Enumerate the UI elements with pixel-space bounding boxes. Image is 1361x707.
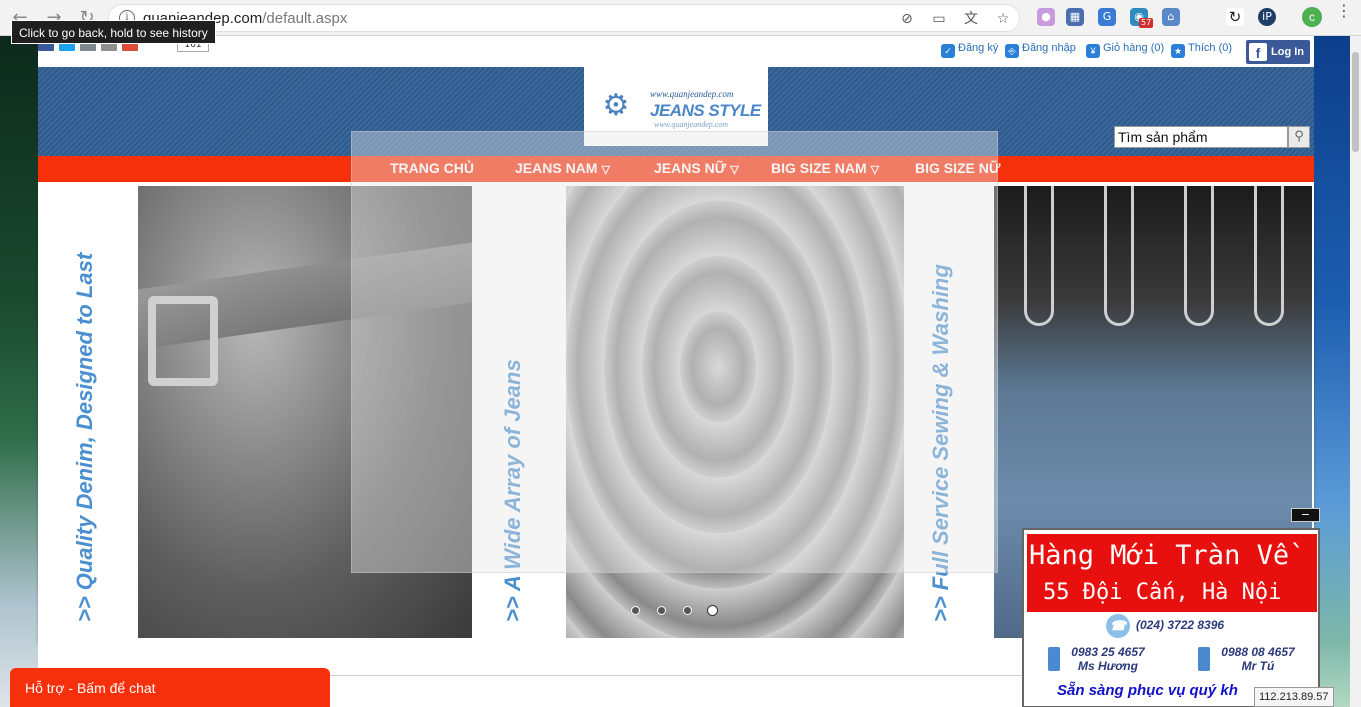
translate-icon[interactable]: 文 <box>963 11 979 27</box>
service-slogan: Sẵn sàng phục vụ quý kh <box>1057 682 1238 699</box>
hanger-shape <box>1104 186 1134 326</box>
promo-line-2: 55 Đội Cấn, Hà Nội <box>1043 580 1282 605</box>
mobile-name-2: Mr Tú <box>1241 659 1275 673</box>
sewing-machine-icon: ⚙ <box>602 88 630 123</box>
hanger-shape <box>1184 186 1214 326</box>
back-button-tooltip: Click to go back, hold to see history <box>11 20 216 44</box>
mobile-name-1: Ms Hương <box>1078 659 1138 673</box>
blocked-popup-icon[interactable]: ⊘ <box>899 11 915 27</box>
top-utility-bar: 161 ✓ Đăng ký ⎆ Đăng nhập ¥ Giỏ hàng (0) ★ T… <box>38 36 1314 67</box>
login-label: Đăng nhập <box>1022 42 1076 54</box>
search-icon[interactable]: ⚲ <box>1288 126 1310 148</box>
mobile-contact-1: 0983 25 4657 Ms Hương <box>1048 645 1168 673</box>
page-scrollbar[interactable] <box>1350 36 1361 707</box>
cart-label: Giỏ hàng (0) <box>1103 42 1165 54</box>
star-icon: ★ <box>1171 44 1185 58</box>
landline-phone: ☎ (024) 3722 8396 <box>1106 614 1224 638</box>
logo-url-bottom: www.quanjeandep.com <box>654 120 729 129</box>
slider-dot-2[interactable] <box>657 606 666 615</box>
mobile-number-1: 0983 25 4657 <box>1071 645 1145 659</box>
page-background-left <box>0 36 38 707</box>
mobile-phone-icon <box>1048 647 1060 671</box>
buckle-shape <box>148 296 218 386</box>
scrollbar-thumb[interactable] <box>1352 52 1359 152</box>
nav-dropdown-overlay <box>351 131 998 573</box>
phone-icon: ☎ <box>1106 614 1130 638</box>
sync-icon[interactable]: ↻ <box>1226 8 1244 26</box>
cast-icon[interactable]: ▭ <box>931 11 947 27</box>
browser-menu-icon[interactable]: ⋮ <box>1336 3 1352 28</box>
favorites-link[interactable]: ★ Thích (0) <box>1171 42 1232 58</box>
address-bar[interactable]: i quanjeandep.com/default.aspx ⊘ ▭ 文 ☆ <box>108 4 1020 32</box>
hanger-shape <box>1254 186 1284 326</box>
login-icon: ⎆ <box>1005 44 1019 58</box>
contact-minimize-button[interactable]: − <box>1291 508 1320 522</box>
extension-icon-2[interactable]: ▦ <box>1066 8 1084 26</box>
extension-icon-1[interactable]: ● <box>1037 8 1055 26</box>
search-input[interactable]: Tìm sản phẩm <box>1114 126 1288 148</box>
landline-number: (024) 3722 8396 <box>1136 618 1225 633</box>
slider-dot-1[interactable] <box>631 606 640 615</box>
translate-extension-icon[interactable]: G <box>1098 8 1116 26</box>
bookmark-star-icon[interactable]: ☆ <box>995 11 1011 27</box>
ip-address-badge: 112.213.89.57 <box>1254 687 1334 707</box>
facebook-login-button[interactable]: f Log In <box>1246 40 1310 64</box>
extension-badge: 57 <box>1139 18 1154 28</box>
contact-box: Hàng Mới Tràn Về 55 Đội Cấn, Hà Nội ☎ (02… <box>1022 528 1320 707</box>
favorites-label: Thích (0) <box>1188 42 1233 54</box>
slider-dot-4[interactable] <box>707 605 718 616</box>
slider-dot-3[interactable] <box>683 606 692 615</box>
logo-name: JEANS STYLE <box>650 101 761 120</box>
check-icon: ✓ <box>941 44 955 58</box>
extension-icon-5[interactable]: ⌂ <box>1162 8 1180 26</box>
facebook-login-label: Log In <box>1271 46 1304 58</box>
slide-caption-1: >> Quality Denim, Designed to Last <box>72 252 97 622</box>
cart-link[interactable]: ¥ Giỏ hàng (0) <box>1086 42 1164 58</box>
promo-line-1: Hàng Mới Tràn Về <box>1029 540 1290 571</box>
login-link[interactable]: ⎆ Đăng nhập <box>1005 42 1076 58</box>
mobile-contact-2: 0988 08 4657 Mr Tú <box>1198 645 1318 673</box>
facebook-icon: f <box>1249 43 1267 61</box>
mobile-phone-icon <box>1198 647 1210 671</box>
promo-banner[interactable]: Hàng Mới Tràn Về 55 Đội Cấn, Hà Nội <box>1027 534 1317 612</box>
support-chat-button[interactable]: Hỗ trợ - Bấm để chat <box>10 668 330 707</box>
register-label: Đăng ký <box>958 42 999 54</box>
profile-avatar[interactable]: c <box>1302 7 1322 27</box>
divider <box>330 675 1022 676</box>
cart-icon: ¥ <box>1086 44 1100 58</box>
extension-ip-icon[interactable]: iP <box>1258 8 1276 26</box>
hanger-shape <box>1024 186 1054 326</box>
mobile-number-2: 0988 08 4657 <box>1221 645 1295 659</box>
register-link[interactable]: ✓ Đăng ký <box>941 42 998 58</box>
logo-url-top: www.quanjeandep.com <box>650 89 734 99</box>
url-path: /default.aspx <box>262 10 348 27</box>
